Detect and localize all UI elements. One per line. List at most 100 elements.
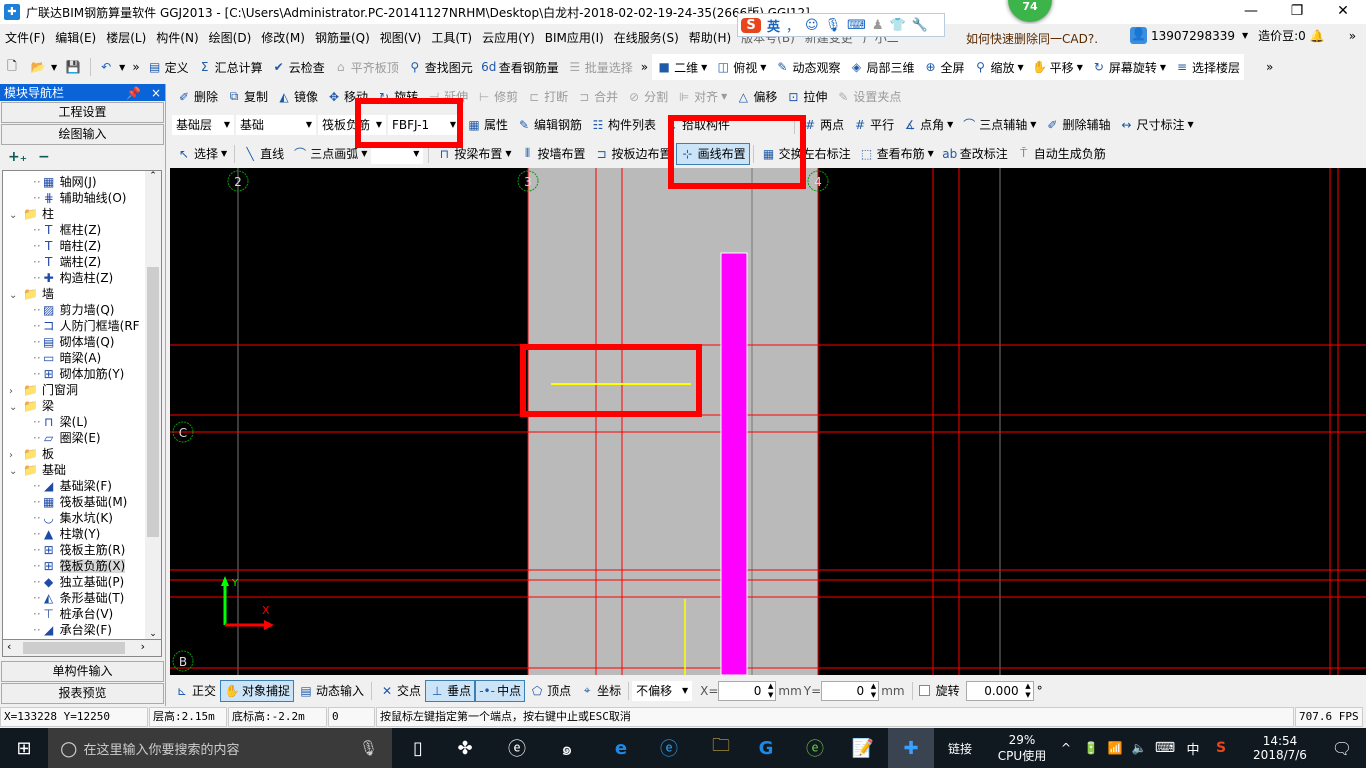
toolbar1b-button[interactable]: ⊕ 全屏	[918, 56, 968, 78]
menu-item[interactable]: 视图(V)	[375, 29, 427, 46]
chevron-down-icon[interactable]: ▼	[505, 149, 511, 158]
emoji-icon[interactable]: ☺	[805, 18, 819, 33]
toolbar3-button[interactable]: ▦ 属性	[462, 114, 512, 136]
cpu-monitor[interactable]: 29% CPU使用	[990, 728, 1054, 768]
toolbar1-button[interactable]: Σ 汇总计算	[193, 56, 267, 78]
chevron-down-icon[interactable]: ▼	[947, 120, 953, 129]
toolbar1b-button[interactable]: ✎ 动态观察	[770, 56, 844, 78]
snap2-button[interactable]: ⌖ 坐标	[575, 680, 625, 702]
ime-toolbar[interactable]: S 英 ， ☺ 🎙 ⌨ ♟ 👕 🔧	[737, 13, 945, 37]
toolbar2-button[interactable]: ⊘ 分割	[622, 86, 672, 108]
x-offset-input[interactable]: 0 ▲ ▼	[718, 680, 777, 701]
tree-item[interactable]: ·· コ人防门框墙(RF	[33, 318, 140, 334]
tree-item[interactable]: › 📁 板	[9, 446, 54, 462]
toolbar3b-button[interactable]: ⌒ 三点辅轴 ▼	[957, 114, 1040, 136]
chevron-down-icon[interactable]: ⌄	[9, 464, 23, 480]
toolbar4d-button[interactable]: ab 查改标注	[938, 143, 1012, 165]
volume-icon[interactable]: 🔈	[1128, 728, 1150, 768]
tree-item[interactable]: ⌄ 📁 梁	[9, 398, 54, 414]
ime-lang[interactable]: 英	[767, 16, 780, 35]
toolbar1-button[interactable]: 6d 查看钢筋量	[477, 56, 563, 78]
menu-item[interactable]: 编辑(E)	[50, 29, 101, 46]
bell-icon[interactable]: 🔔	[1310, 29, 1325, 43]
tree-item[interactable]: ·· T 框柱(Z)	[33, 222, 101, 238]
toolbar4b-button[interactable]: ╲ 直线	[238, 143, 288, 165]
tree-item[interactable]: ·· T 端柱(Z)	[33, 254, 101, 270]
menu-item[interactable]: 工具(T)	[426, 29, 477, 46]
expand-all-icon[interactable]: +₊	[8, 149, 27, 165]
chevron-down-icon[interactable]: ▼	[361, 149, 367, 158]
toolbar3-button[interactable]: ☷ 构件列表	[586, 114, 660, 136]
tree-item[interactable]: ·· ◡ 集水坑(K)	[33, 510, 113, 526]
keyboard-icon[interactable]: ⌨	[1152, 728, 1178, 768]
toolbar1b-button[interactable]: ≡ 选择楼层	[1170, 56, 1244, 78]
tree-item[interactable]: ·· ⊤ 桩承台(V)	[33, 606, 113, 622]
tree-item[interactable]: ·· ⊓ 梁(L)	[33, 414, 88, 430]
toolbar2-button[interactable]: ⊐ 合并	[572, 86, 622, 108]
notes-app-icon[interactable]: 📝	[842, 728, 884, 768]
minimize-button[interactable]: —	[1228, 0, 1274, 24]
pin-icon[interactable]: 📌	[126, 86, 141, 100]
overflow-icon[interactable]: »	[641, 60, 648, 74]
project-settings-button[interactable]: 工程设置	[1, 102, 164, 123]
tree-item[interactable]: ·· ◆ 独立基础(P)	[33, 574, 124, 590]
scroll-left-icon[interactable]: ‹	[7, 640, 11, 653]
rotate-checkbox[interactable]	[918, 685, 930, 696]
single-input-button[interactable]: 单构件输入	[1, 661, 164, 682]
scroll-down-icon[interactable]: ⌄	[145, 629, 161, 639]
user-icon[interactable]: ♟	[872, 18, 884, 33]
snap-button[interactable]: ⊾ 正交	[170, 680, 220, 702]
toolbar2-button[interactable]: ✐ 删除	[172, 86, 222, 108]
chevron-down-icon[interactable]: ▼	[1030, 120, 1036, 129]
menu-item[interactable]: BIM应用(I)	[540, 29, 609, 46]
snap2-button[interactable]: ⬠ 顶点	[525, 680, 575, 702]
tree-item[interactable]: ·· ▱ 圈梁(E)	[33, 430, 101, 446]
tree-item[interactable]: › 📁 门窗洞	[9, 382, 78, 398]
toolbar2-button[interactable]: ✎ 设置夹点	[831, 86, 905, 108]
drawing-input-button[interactable]: 绘图输入	[1, 124, 164, 145]
tree-item[interactable]: ·· ◢ 基础梁(F)	[33, 478, 112, 494]
rotate-input[interactable]: 0.000 ▲ ▼	[965, 680, 1034, 701]
snap2-button[interactable]: ✕ 交点	[375, 680, 425, 702]
toolbar1-button[interactable]: ☰ 批量选择	[563, 56, 637, 78]
tree-item[interactable]: ·· ⊞ 筏板负筋(X)	[33, 558, 126, 574]
toolbar3b-button[interactable]: ↔ 尺寸标注 ▼	[1114, 114, 1197, 136]
chevron-down-icon[interactable]: ▼	[221, 149, 227, 158]
menu-item[interactable]: 文件(F)	[0, 29, 50, 46]
spiral-app-icon[interactable]: ๑	[546, 728, 588, 768]
tree-item[interactable]: ·· ⋕ 辅助轴线(O)	[33, 190, 126, 206]
tree-item[interactable]: ⌄ 📁 墙	[9, 286, 54, 302]
tree-item[interactable]: ·· T 暗柱(Z)	[33, 238, 101, 254]
clock[interactable]: 14:54 2018/7/6	[1240, 728, 1320, 768]
toolbar1-button[interactable]: ⚲ 查找图元	[403, 56, 477, 78]
scroll-thumb[interactable]	[147, 267, 159, 537]
chevron-down-icon[interactable]: ▼	[760, 63, 766, 72]
chevron-down-icon[interactable]: ▼	[1160, 63, 1166, 72]
chevron-down-icon[interactable]: ▼	[928, 149, 934, 158]
menu-item[interactable]: 修改(M)	[256, 29, 310, 46]
chevron-down-icon[interactable]: ⌄	[9, 288, 23, 304]
new-file-button[interactable]: 🗋	[0, 56, 26, 78]
tree-item[interactable]: ·· ▲ 柱墩(Y)	[33, 526, 100, 542]
overflow-icon[interactable]: »	[1266, 60, 1273, 74]
toolbar1-button[interactable]: ✔ 云检查	[267, 56, 329, 78]
negative-rebar[interactable]	[720, 252, 748, 675]
toolbar4d-button[interactable]: ⬚ 查看布筋 ▼	[855, 143, 938, 165]
toolbar1b-button[interactable]: ◈ 局部三维	[844, 56, 918, 78]
toolbar1-button[interactable]: ▤ 定义	[143, 56, 193, 78]
tree-item[interactable]: ·· ▦ 轴网(J)	[33, 174, 97, 190]
chevron-down-icon[interactable]: ⌄	[9, 208, 23, 224]
scroll-right-icon[interactable]: ›	[141, 640, 145, 653]
snap2-button[interactable]: ⊥ 垂点	[425, 679, 476, 702]
tree-item[interactable]: ·· ▦ 筏板基础(M)	[33, 494, 127, 510]
toolbar2-button[interactable]: △ 偏移	[731, 86, 781, 108]
toolbar1b-button[interactable]: ■ 二维 ▼	[652, 56, 711, 78]
toolbar1b-button[interactable]: ⚲ 缩放 ▼	[969, 56, 1028, 78]
close-button[interactable]: ✕	[1320, 0, 1366, 24]
toolbar1-button[interactable]: ⌂ 平齐板顶	[329, 56, 403, 78]
toolbar2-button[interactable]: ◭ 镜像	[272, 86, 322, 108]
toolbar2-button[interactable]: ⊏ 打断	[522, 86, 572, 108]
file-explorer-icon[interactable]: 🗀	[700, 728, 742, 768]
chevron-down-icon[interactable]: ▼	[1077, 63, 1083, 72]
toolbar4a-button[interactable]: ↖ 选择 ▼	[172, 143, 231, 165]
